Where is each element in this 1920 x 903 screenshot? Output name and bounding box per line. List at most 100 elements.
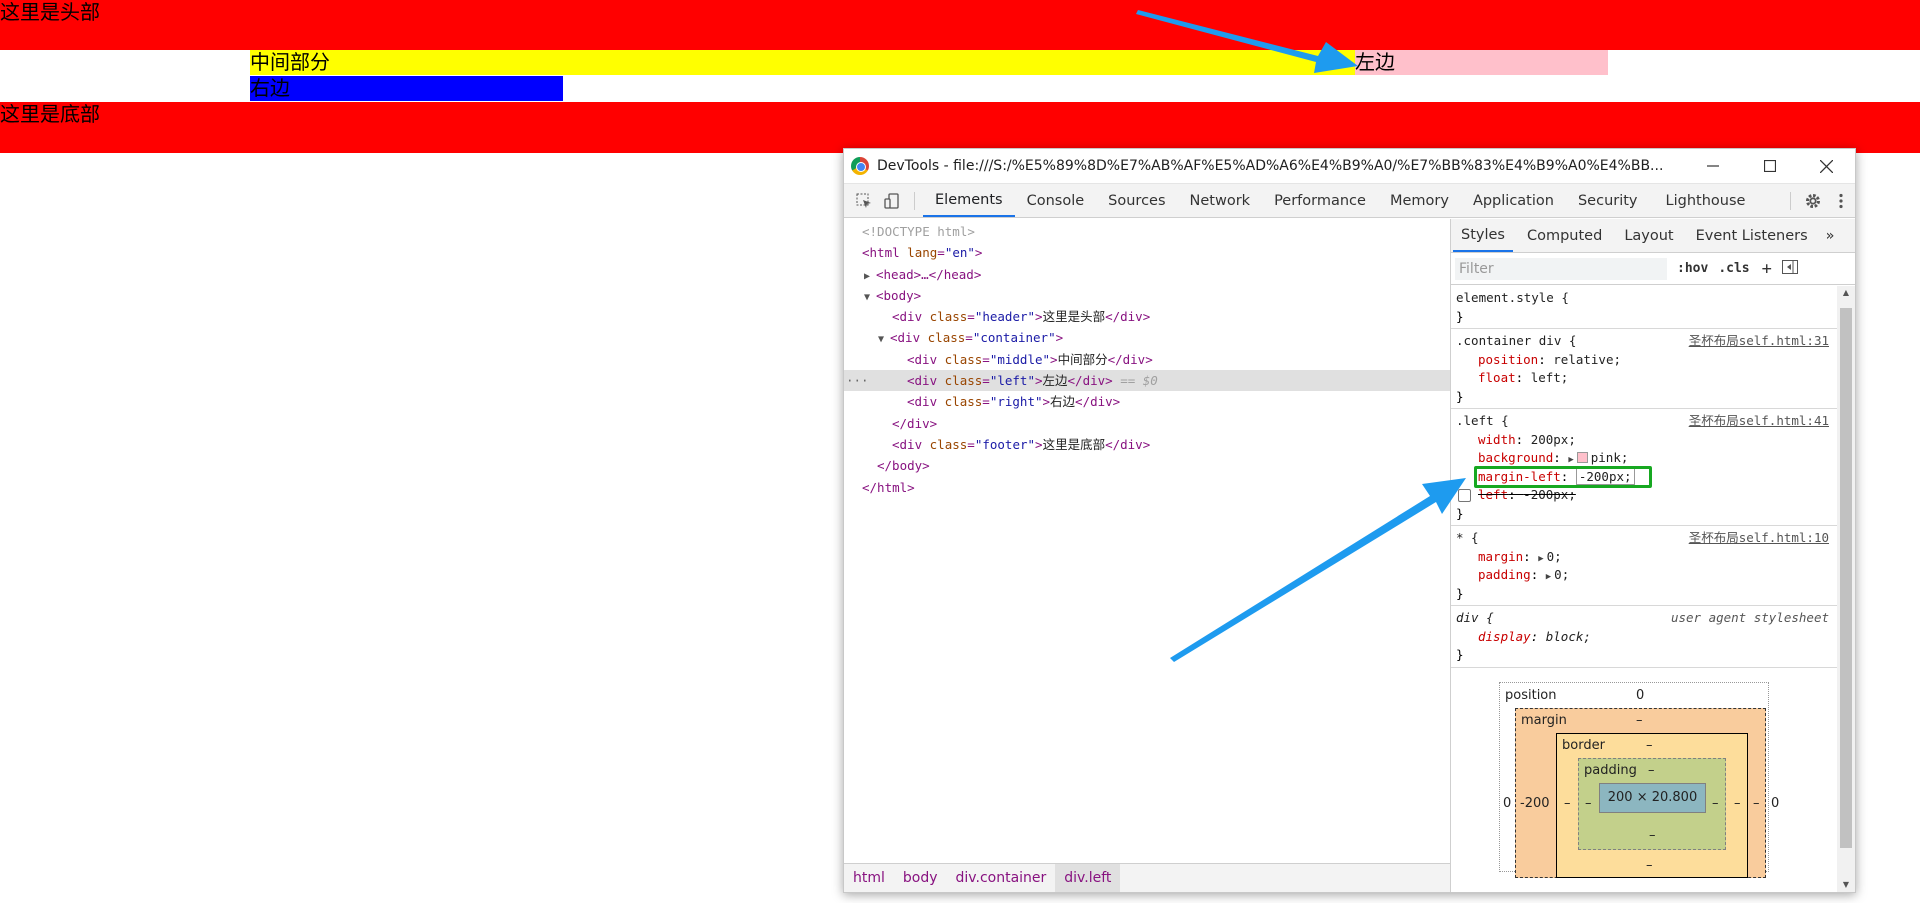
toggle-sidebar-icon[interactable] [1781, 259, 1798, 278]
dom-container-close[interactable]: </div> [844, 413, 1450, 434]
dom-body[interactable]: ▼ <body> [844, 285, 1450, 306]
footer-block: 这里是底部 [0, 102, 1920, 153]
devtools-title: DevTools - file:///S:/%E5%89%8D%E7%AB%AF… [877, 158, 1664, 174]
declaration[interactable]: float: left; [1456, 369, 1833, 388]
scrollbar-thumb[interactable] [1840, 308, 1852, 848]
tab-computed[interactable]: Computed [1519, 219, 1610, 252]
box-model-content[interactable]: 200 × 20.800 [1599, 782, 1706, 813]
rule-left[interactable]: .left { 圣杯布局self.html:41 width: 200px; ba… [1451, 409, 1837, 526]
rule-selector: * { [1456, 530, 1479, 545]
scroll-up-icon[interactable]: ▲ [1837, 286, 1855, 300]
minimize-button[interactable] [1684, 149, 1741, 184]
tab-elements[interactable]: Elements [923, 184, 1015, 217]
tab-sources[interactable]: Sources [1096, 185, 1177, 217]
rule-container-div[interactable]: .container div {圣杯布局self.html:31 positio… [1451, 329, 1837, 409]
dom-body-close[interactable]: </body> [844, 455, 1450, 476]
margin-right-value[interactable]: – [1753, 796, 1760, 811]
rule-universal[interactable]: * { 圣杯布局self.html:10 margin: ▶ 0; padding:… [1451, 526, 1837, 606]
margin-left-value[interactable]: -200 [1520, 796, 1550, 811]
padding-left-value[interactable]: – [1585, 796, 1592, 811]
breadcrumb-html[interactable]: html [844, 864, 894, 892]
node-actions-icon[interactable]: ··· [846, 370, 869, 391]
margin-top-value[interactable]: – [1636, 713, 1643, 728]
dom-div-right[interactable]: <div class="right">右边</div> [844, 391, 1450, 412]
position-left-value[interactable]: 0 [1503, 796, 1511, 811]
tab-event-listeners[interactable]: Event Listeners [1688, 219, 1816, 252]
declaration[interactable]: background: ▶ pink; [1456, 449, 1833, 468]
styles-scrollbar[interactable]: ▲ ▼ [1837, 286, 1855, 892]
tab-performance[interactable]: Performance [1262, 185, 1378, 217]
tab-memory[interactable]: Memory [1378, 185, 1461, 217]
collapse-triangle-icon[interactable]: ▼ [864, 287, 876, 308]
declaration-margin-left-editing[interactable]: margin-left: -200px; [1456, 465, 1833, 488]
tab-security[interactable]: Security [1566, 185, 1650, 217]
new-rule-button[interactable]: + [1762, 259, 1772, 279]
rule-source-link[interactable]: 圣杯布局self.html:41 [1689, 412, 1829, 431]
tab-lighthouse[interactable]: Lighthouse [1654, 185, 1758, 217]
declaration[interactable]: padding: ▶ 0; [1456, 566, 1833, 585]
padding-top-value[interactable]: – [1648, 763, 1655, 778]
border-bottom-value[interactable]: – [1646, 858, 1653, 873]
hover-state-button[interactable]: :hov [1677, 261, 1708, 276]
dom-div-left-selected[interactable]: ··· <div class="left">左边</div> == $0 [844, 370, 1450, 392]
devtools-titlebar[interactable]: DevTools - file:///S:/%E5%89%8D%E7%AB%AF… [844, 149, 1855, 184]
expand-triangle-icon[interactable]: ▶ [1546, 572, 1551, 582]
middle-block: 中间部分 [250, 50, 1355, 75]
padding-bottom-value[interactable]: – [1649, 828, 1656, 843]
rule-selector: div { [1456, 610, 1494, 625]
dom-head[interactable]: ▶ <head>…</head> [844, 264, 1450, 285]
declaration[interactable]: margin: ▶ 0; [1456, 548, 1833, 567]
tab-styles[interactable]: Styles [1453, 219, 1513, 252]
tab-network[interactable]: Network [1178, 185, 1263, 217]
dom-div-container[interactable]: ▼ <div class="container"> [844, 327, 1450, 348]
styles-pane: Styles Computed Layout Event Listeners »… [1451, 219, 1855, 892]
dom-div-middle[interactable]: <div class="middle">中间部分</div> [844, 349, 1450, 370]
class-toggle-button[interactable]: .cls [1718, 261, 1749, 276]
breadcrumb-div-container[interactable]: div.container [947, 864, 1056, 892]
dom-div-footer[interactable]: <div class="footer">这里是底部</div> [844, 434, 1450, 455]
padding-right-value[interactable]: – [1712, 796, 1719, 811]
maximize-icon [1763, 160, 1776, 172]
device-toolbar-icon[interactable] [878, 185, 906, 217]
inspect-element-icon[interactable] [850, 185, 878, 217]
tab-application[interactable]: Application [1461, 185, 1566, 217]
more-options-icon[interactable] [1827, 185, 1855, 217]
left-block: 左边 [1355, 50, 1608, 75]
dom-html-close[interactable]: </html> [844, 477, 1450, 498]
border-right-value[interactable]: – [1734, 796, 1741, 811]
expand-triangle-icon[interactable]: ▶ [864, 266, 876, 287]
declaration[interactable]: position: relative; [1456, 351, 1833, 370]
position-value[interactable]: 0 [1636, 688, 1644, 703]
close-icon [1820, 159, 1833, 173]
declaration-disabled[interactable]: left: -200px; [1456, 486, 1833, 505]
border-top-value[interactable]: – [1646, 738, 1653, 753]
position-right-value[interactable]: 0 [1771, 796, 1779, 811]
more-tabs-icon[interactable]: » [1818, 219, 1843, 252]
rule-selector: element.style { [1456, 290, 1569, 305]
maximize-button[interactable] [1741, 149, 1798, 184]
rule-source-link[interactable]: 圣杯布局self.html:10 [1689, 529, 1829, 548]
color-swatch[interactable] [1576, 452, 1588, 463]
settings-gear-icon[interactable] [1799, 185, 1827, 217]
expand-triangle-icon[interactable]: ▶ [1568, 455, 1573, 465]
declaration[interactable]: width: 200px; [1456, 431, 1833, 450]
rule-source-link[interactable]: 圣杯布局self.html:31 [1689, 332, 1829, 351]
tab-layout[interactable]: Layout [1616, 219, 1681, 252]
declaration-checkbox[interactable] [1458, 489, 1471, 502]
breadcrumb-div-left[interactable]: div.left [1055, 864, 1121, 892]
rule-selector: .left { [1456, 413, 1509, 428]
breadcrumb-body[interactable]: body [894, 864, 947, 892]
border-left-value[interactable]: – [1564, 796, 1571, 811]
collapse-triangle-icon[interactable]: ▼ [878, 329, 890, 350]
rule-element-style[interactable]: element.style { } [1451, 286, 1837, 329]
tab-console[interactable]: Console [1015, 185, 1097, 217]
rule-div-user-agent[interactable]: div {user agent stylesheet display: bloc… [1451, 606, 1837, 668]
dom-div-header[interactable]: <div class="header">这里是头部</div> [844, 306, 1450, 327]
expand-triangle-icon[interactable]: ▶ [1538, 554, 1543, 564]
dom-doctype[interactable]: <!DOCTYPE html> [844, 221, 1450, 242]
close-button[interactable] [1798, 149, 1855, 184]
styles-filter-input[interactable] [1455, 257, 1667, 280]
scroll-down-icon[interactable]: ▼ [1837, 878, 1855, 892]
toolbar-divider [914, 192, 915, 210]
dom-html[interactable]: <html lang="en"> [844, 242, 1450, 263]
